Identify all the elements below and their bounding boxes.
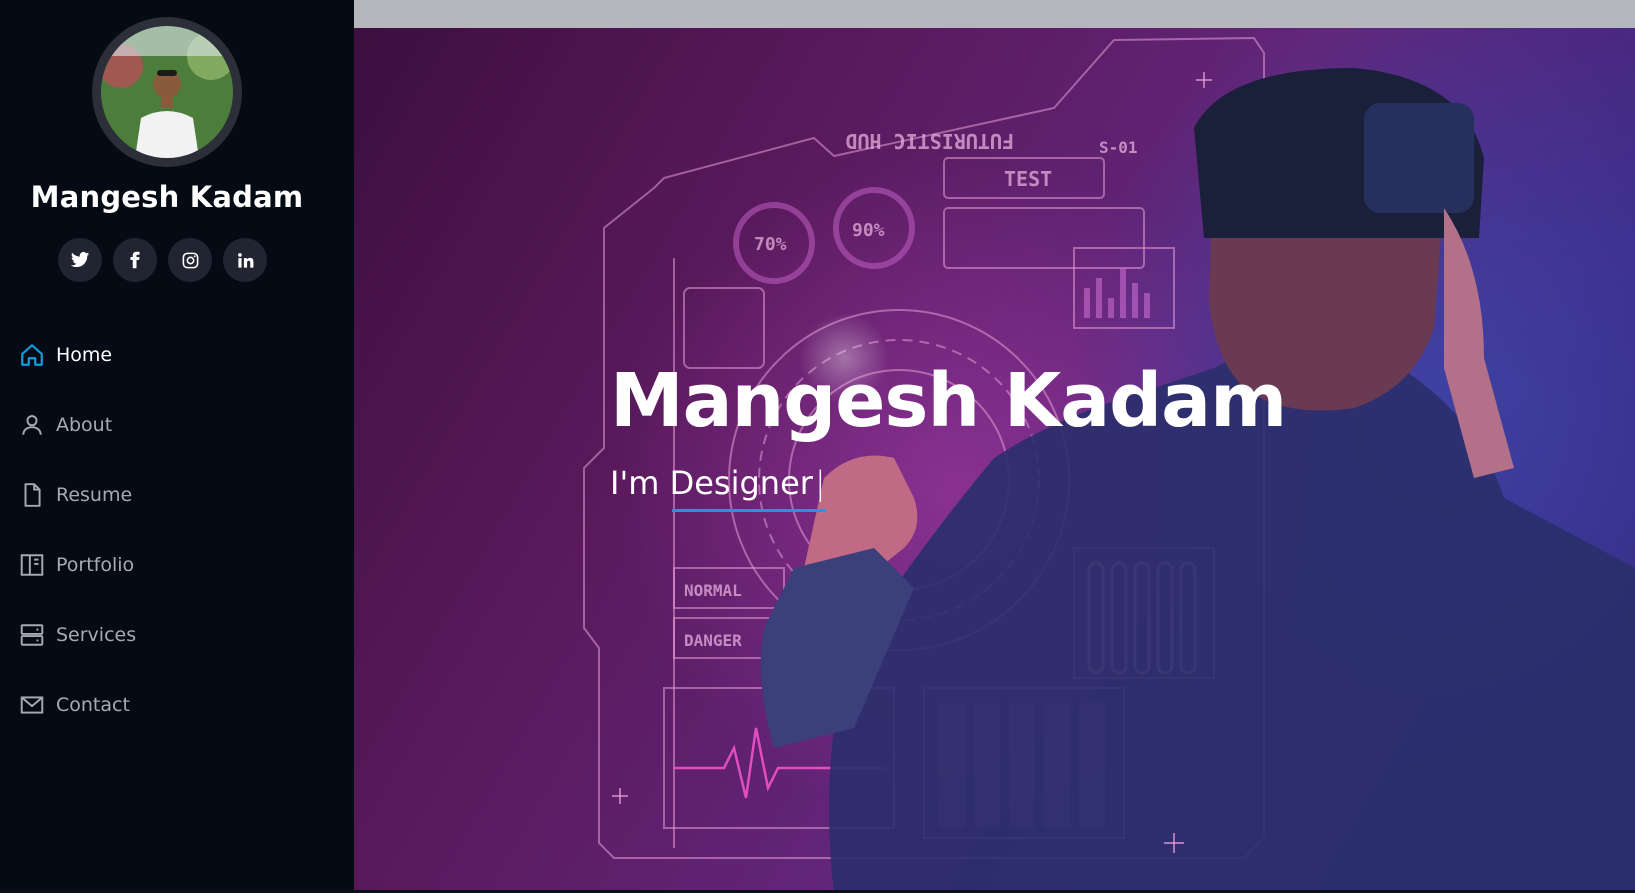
avatar-image	[101, 26, 233, 158]
typed-cursor: |	[814, 464, 826, 502]
twitter-icon	[70, 252, 90, 268]
nav-label-resume: Resume	[56, 484, 133, 506]
hud-label-code: S-01	[1099, 138, 1138, 157]
hud-label-gauge1: 70%	[754, 234, 787, 255]
user-icon	[18, 411, 46, 439]
nav-label-services: Services	[56, 624, 137, 646]
hero-title: Mangesh Kadam	[610, 358, 1287, 444]
layout-icon	[18, 551, 46, 579]
typed-word-text: Designer	[669, 464, 813, 502]
page: Mangesh Kadam Home About Resume Portfoli…	[0, 0, 1635, 893]
hero-background-art: FUTURISTIC HUD TEST S-01 70% 90% NORMAL …	[583, 36, 1635, 893]
nav-item-contact[interactable]: Contact	[0, 670, 354, 740]
social-links	[58, 238, 267, 282]
nav-label-home: Home	[56, 344, 113, 366]
file-icon	[18, 481, 46, 509]
avatar-ring	[92, 17, 242, 167]
nav-item-home[interactable]: Home	[0, 320, 354, 390]
hero-prefix: I'm	[610, 464, 660, 502]
sidebar: Mangesh Kadam Home About Resume Portfoli…	[0, 0, 354, 893]
facebook-icon	[130, 251, 140, 269]
top-bar	[354, 0, 1635, 28]
nav-item-portfolio[interactable]: Portfolio	[0, 530, 354, 600]
hud-label-normal: NORMAL	[684, 581, 742, 600]
hud-label-gauge2: 90%	[852, 220, 885, 241]
hero-subtitle: I'm Designer|	[610, 464, 826, 512]
instagram-icon	[182, 252, 198, 268]
home-icon	[18, 341, 46, 369]
twitter-button[interactable]	[58, 238, 102, 282]
hud-label-futuristic: FUTURISTIC HUD	[845, 129, 1014, 153]
hud-label-test: TEST	[1004, 167, 1052, 191]
instagram-button[interactable]	[168, 238, 212, 282]
hero-section: FUTURISTIC HUD TEST S-01 70% 90% NORMAL …	[354, 28, 1635, 893]
nav-item-about[interactable]: About	[0, 390, 354, 460]
profile-name: Mangesh Kadam	[30, 180, 304, 214]
nav-item-services[interactable]: Services	[0, 600, 354, 670]
nav-label-portfolio: Portfolio	[56, 554, 135, 576]
avatar	[101, 26, 233, 158]
linkedin-icon	[237, 252, 253, 268]
nav-label-about: About	[56, 414, 113, 436]
typed-word: Designer|	[669, 464, 826, 512]
facebook-button[interactable]	[113, 238, 157, 282]
linkedin-button[interactable]	[223, 238, 267, 282]
server-icon	[18, 621, 46, 649]
envelope-icon	[18, 691, 46, 719]
nav-item-resume[interactable]: Resume	[0, 460, 354, 530]
sidebar-nav: Home About Resume Portfolio Services Con…	[0, 320, 354, 740]
hud-label-danger: DANGER	[684, 631, 742, 650]
nav-label-contact: Contact	[56, 694, 130, 716]
